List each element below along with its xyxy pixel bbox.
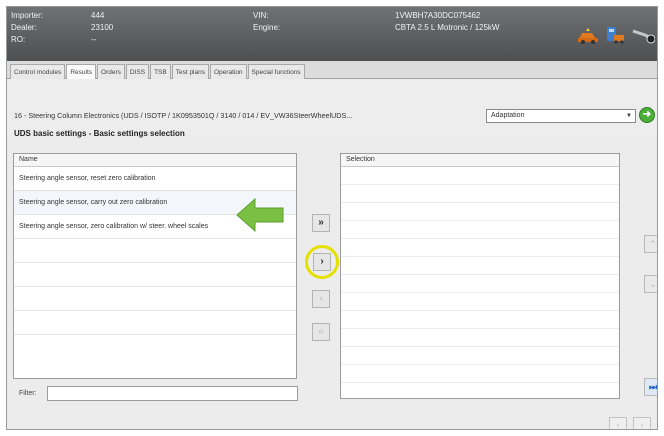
module-path: 16 - Steering Column Electronics (UDS / …	[14, 111, 353, 120]
page-title: UDS basic settings - Basic settings sele…	[14, 129, 185, 138]
name-column-header[interactable]: Name	[14, 154, 296, 167]
highlight-circle	[305, 245, 339, 279]
list-item-empty	[341, 311, 619, 329]
ro-value: --	[91, 35, 97, 44]
list-item-empty	[341, 293, 619, 311]
tab-control-modules[interactable]: Control modules	[10, 64, 66, 79]
list-item-empty	[14, 239, 296, 263]
vehicle-info-icon[interactable]	[604, 25, 626, 47]
list-item[interactable]: Steering angle sensor, reset zero calibr…	[14, 167, 296, 191]
add-all-button[interactable]: »	[312, 214, 330, 232]
importer-value: 444	[91, 11, 105, 20]
tab-orders[interactable]: Orders	[97, 64, 125, 79]
go-button[interactable]: ➜	[639, 107, 655, 123]
forward-button[interactable]: ›	[633, 417, 651, 429]
app-window: Importer: 444 Dealer: 23100 RO: -- VIN: …	[6, 6, 658, 430]
list-item-empty	[341, 329, 619, 347]
chevron-down-icon: ▼	[626, 113, 632, 119]
list-item-empty	[341, 167, 619, 185]
mode-select[interactable]: Adaptation ▼	[486, 109, 636, 123]
tab-bar: Control modules Results Orders DISS TSB …	[7, 61, 657, 79]
engine-value: CBTA 2.5 L Motronic / 125kW	[395, 23, 500, 32]
selection-column-header[interactable]: Selection	[341, 154, 619, 167]
tab-diss[interactable]: DISS	[125, 64, 150, 79]
dealer-label: Dealer:	[11, 23, 37, 32]
list-item-empty	[14, 287, 296, 311]
vehicle-info-bar: Importer: 444 Dealer: 23100 RO: -- VIN: …	[7, 7, 657, 61]
tab-results[interactable]: Results	[66, 64, 97, 79]
ro-label: RO:	[11, 35, 26, 44]
scroll-end-button[interactable]: ⏭	[644, 378, 657, 396]
list-item-empty	[341, 257, 619, 275]
importer-label: Importer:	[11, 11, 44, 20]
dealer-value: 23100	[91, 23, 114, 32]
vin-value: 1VWBH7A30DC075462	[395, 11, 481, 20]
vin-label: VIN:	[253, 11, 269, 20]
back-button[interactable]: ‹	[609, 417, 627, 429]
list-item-empty	[14, 263, 296, 287]
annotation-arrow-icon	[236, 197, 284, 233]
list-item-empty	[341, 347, 619, 365]
list-item-empty	[14, 311, 296, 335]
list-item-empty	[341, 185, 619, 203]
list-item-empty	[341, 239, 619, 257]
car-repair-icon[interactable]	[577, 25, 599, 47]
list-item-empty	[341, 221, 619, 239]
tab-operation[interactable]: Operation	[210, 64, 247, 79]
remove-all-button[interactable]: «	[312, 323, 330, 341]
filter-label: Filter:	[19, 390, 37, 397]
list-item-empty	[341, 275, 619, 293]
go-arrow-icon: ➜	[642, 109, 652, 120]
list-item-empty	[341, 365, 619, 383]
module-address-bar: 16 - Steering Column Electronics (UDS / …	[7, 79, 657, 138]
scroll-up-button[interactable]: ⌃	[644, 235, 657, 253]
basic-settings-list[interactable]: Name Steering angle sensor, reset zero c…	[13, 153, 297, 379]
tab-special-functions[interactable]: Special functions	[247, 64, 305, 79]
diagnostics-icon[interactable]	[631, 25, 656, 47]
remove-selected-button[interactable]: ‹	[312, 290, 330, 308]
tab-tsb[interactable]: TSB	[150, 64, 171, 79]
tab-test-plans[interactable]: Test plans	[171, 64, 209, 79]
engine-label: Engine:	[253, 23, 281, 32]
selection-list[interactable]: Selection	[340, 153, 620, 399]
scroll-down-button[interactable]: ⌄	[644, 275, 657, 293]
list-item-empty	[341, 203, 619, 221]
header-toolbar	[577, 25, 657, 47]
filter-input[interactable]	[47, 386, 298, 401]
mode-select-value: Adaptation	[491, 112, 525, 119]
